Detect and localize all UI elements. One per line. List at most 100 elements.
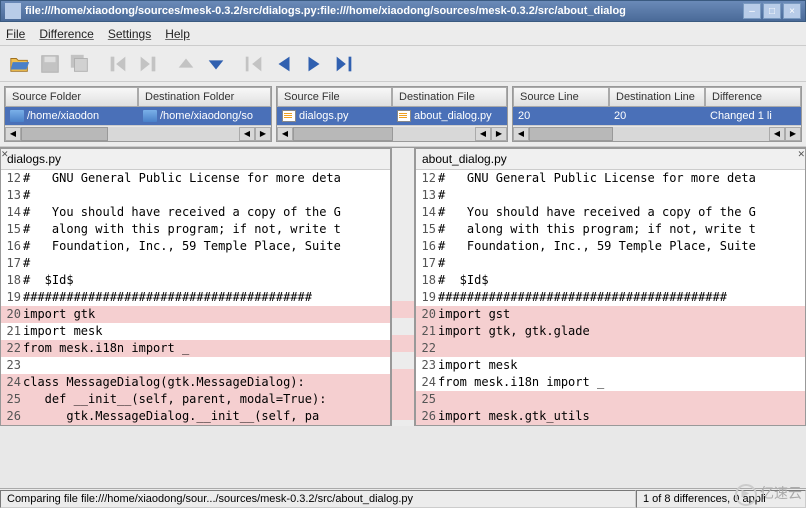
source-folder-path: /home/xiaodon [27,110,99,122]
destination-folder-cell[interactable]: /home/xiaodong/so [138,107,271,125]
code-line[interactable]: 17# [416,255,805,272]
line-scrollbar[interactable]: ◀◀▶ [513,125,801,141]
right-pane[interactable]: about_dialog.py 12# GNU General Public L… [415,148,806,426]
left-pane[interactable]: dialogs.py 12# GNU General Public Licens… [0,148,391,426]
source-file-name: dialogs.py [299,110,349,122]
save-all-button[interactable] [66,50,94,78]
line-number: 20 [416,306,438,323]
code-line[interactable]: 19######################################… [416,289,805,306]
destination-file-cell[interactable]: about_dialog.py [392,107,507,125]
line-text: def __init__(self, parent, modal=True): [23,391,390,408]
code-line[interactable]: 26 gtk.MessageDialog.__init__(self, pa [1,408,390,425]
close-right-pane-icon[interactable]: ✕ [797,149,805,160]
line-number: 25 [416,391,438,408]
code-line[interactable]: 13# [416,187,805,204]
difference-cell[interactable]: Changed 1 li [705,107,801,125]
source-line-cell[interactable]: 20 [513,107,609,125]
code-line[interactable]: 15# along with this program; if not, wri… [416,221,805,238]
minimize-button[interactable]: – [743,3,761,19]
menu-help[interactable]: Help [165,27,190,41]
code-line[interactable]: 14# You should have received a copy of t… [1,204,390,221]
maximize-button[interactable]: □ [763,3,781,19]
code-line[interactable]: 20import gtk [1,306,390,323]
line-number: 21 [1,323,23,340]
close-left-pane-icon[interactable]: ✕ [1,149,9,160]
code-line[interactable]: 22from mesk.i18n import _ [1,340,390,357]
right-filename: about_dialog.py [416,149,805,170]
line-number: 14 [416,204,438,221]
source-folder-cell[interactable]: /home/xiaodon [5,107,138,125]
code-line[interactable]: 18# $Id$ [1,272,390,289]
code-line[interactable]: 23import mesk [416,357,805,374]
line-text: # [438,255,805,272]
file-scrollbar[interactable]: ◀◀▶ [277,125,507,141]
line-text: # $Id$ [438,272,805,289]
line-number: 19 [1,289,23,306]
code-line[interactable]: 15# along with this program; if not, wri… [1,221,390,238]
code-line[interactable]: 24class MessageDialog(gtk.MessageDialog)… [1,374,390,391]
destination-line-cell[interactable]: 20 [609,107,705,125]
line-panel: Source Line Destination Line Difference … [512,86,802,142]
to-left-button[interactable] [104,50,132,78]
destination-file-header[interactable]: Destination File [392,87,507,107]
line-number: 15 [416,221,438,238]
folder-icon [143,110,157,122]
down-button[interactable] [202,50,230,78]
code-line[interactable]: 17# [1,255,390,272]
line-number: 21 [416,323,438,340]
line-number: 14 [1,204,23,221]
line-number: 18 [416,272,438,289]
line-number: 23 [416,357,438,374]
line-text: from mesk.i18n import _ [23,340,390,357]
line-text: # Foundation, Inc., 59 Temple Place, Sui… [23,238,390,255]
source-file-cell[interactable]: dialogs.py [277,107,392,125]
folder-scrollbar[interactable]: ◀◀▶ [5,125,271,141]
code-line[interactable]: 21import mesk [1,323,390,340]
menu-settings[interactable]: Settings [108,27,151,41]
menu-file[interactable]: File [6,27,25,41]
code-line[interactable]: 18# $Id$ [416,272,805,289]
close-button[interactable]: × [783,3,801,19]
line-number: 25 [1,391,23,408]
destination-line-header[interactable]: Destination Line [609,87,705,107]
code-line[interactable]: 16# Foundation, Inc., 59 Temple Place, S… [1,238,390,255]
source-folder-header[interactable]: Source Folder [5,87,138,107]
last-diff-button[interactable] [330,50,358,78]
line-text: class MessageDialog(gtk.MessageDialog): [23,374,390,391]
source-file-header[interactable]: Source File [277,87,392,107]
first-diff-button[interactable] [240,50,268,78]
prev-diff-button[interactable] [270,50,298,78]
code-line[interactable]: 12# GNU General Public License for more … [416,170,805,187]
save-button[interactable] [36,50,64,78]
up-button[interactable] [172,50,200,78]
destination-folder-path: /home/xiaodong/so [160,110,253,122]
code-line[interactable]: 26import mesk.gtk_utils [416,408,805,425]
line-text: # [23,187,390,204]
source-line-header[interactable]: Source Line [513,87,609,107]
code-line[interactable]: 19######################################… [1,289,390,306]
line-text: import gst [438,306,805,323]
code-line[interactable]: 23 [1,357,390,374]
difference-header[interactable]: Difference [705,87,801,107]
code-line[interactable]: 14# You should have received a copy of t… [416,204,805,221]
code-line[interactable]: 16# Foundation, Inc., 59 Temple Place, S… [416,238,805,255]
code-line[interactable]: 22 [416,340,805,357]
menu-difference[interactable]: Difference [39,27,93,41]
line-text: # You should have received a copy of the… [23,204,390,221]
code-line[interactable]: 20import gst [416,306,805,323]
code-line[interactable]: 12# GNU General Public License for more … [1,170,390,187]
code-line[interactable]: 21import gtk, gtk.glade [416,323,805,340]
open-button[interactable] [6,50,34,78]
line-number: 15 [1,221,23,238]
window-title: file:///home/xiaodong/sources/mesk-0.3.2… [25,5,743,17]
to-right-button[interactable] [134,50,162,78]
line-text: ######################################## [23,289,390,306]
code-line[interactable]: 25 def __init__(self, parent, modal=True… [1,391,390,408]
statusbar: Comparing file file:///home/xiaodong/sou… [0,488,806,508]
code-line[interactable]: 25 [416,391,805,408]
code-line[interactable]: 24from mesk.i18n import _ [416,374,805,391]
line-number: 12 [1,170,23,187]
destination-folder-header[interactable]: Destination Folder [138,87,271,107]
next-diff-button[interactable] [300,50,328,78]
code-line[interactable]: 13# [1,187,390,204]
